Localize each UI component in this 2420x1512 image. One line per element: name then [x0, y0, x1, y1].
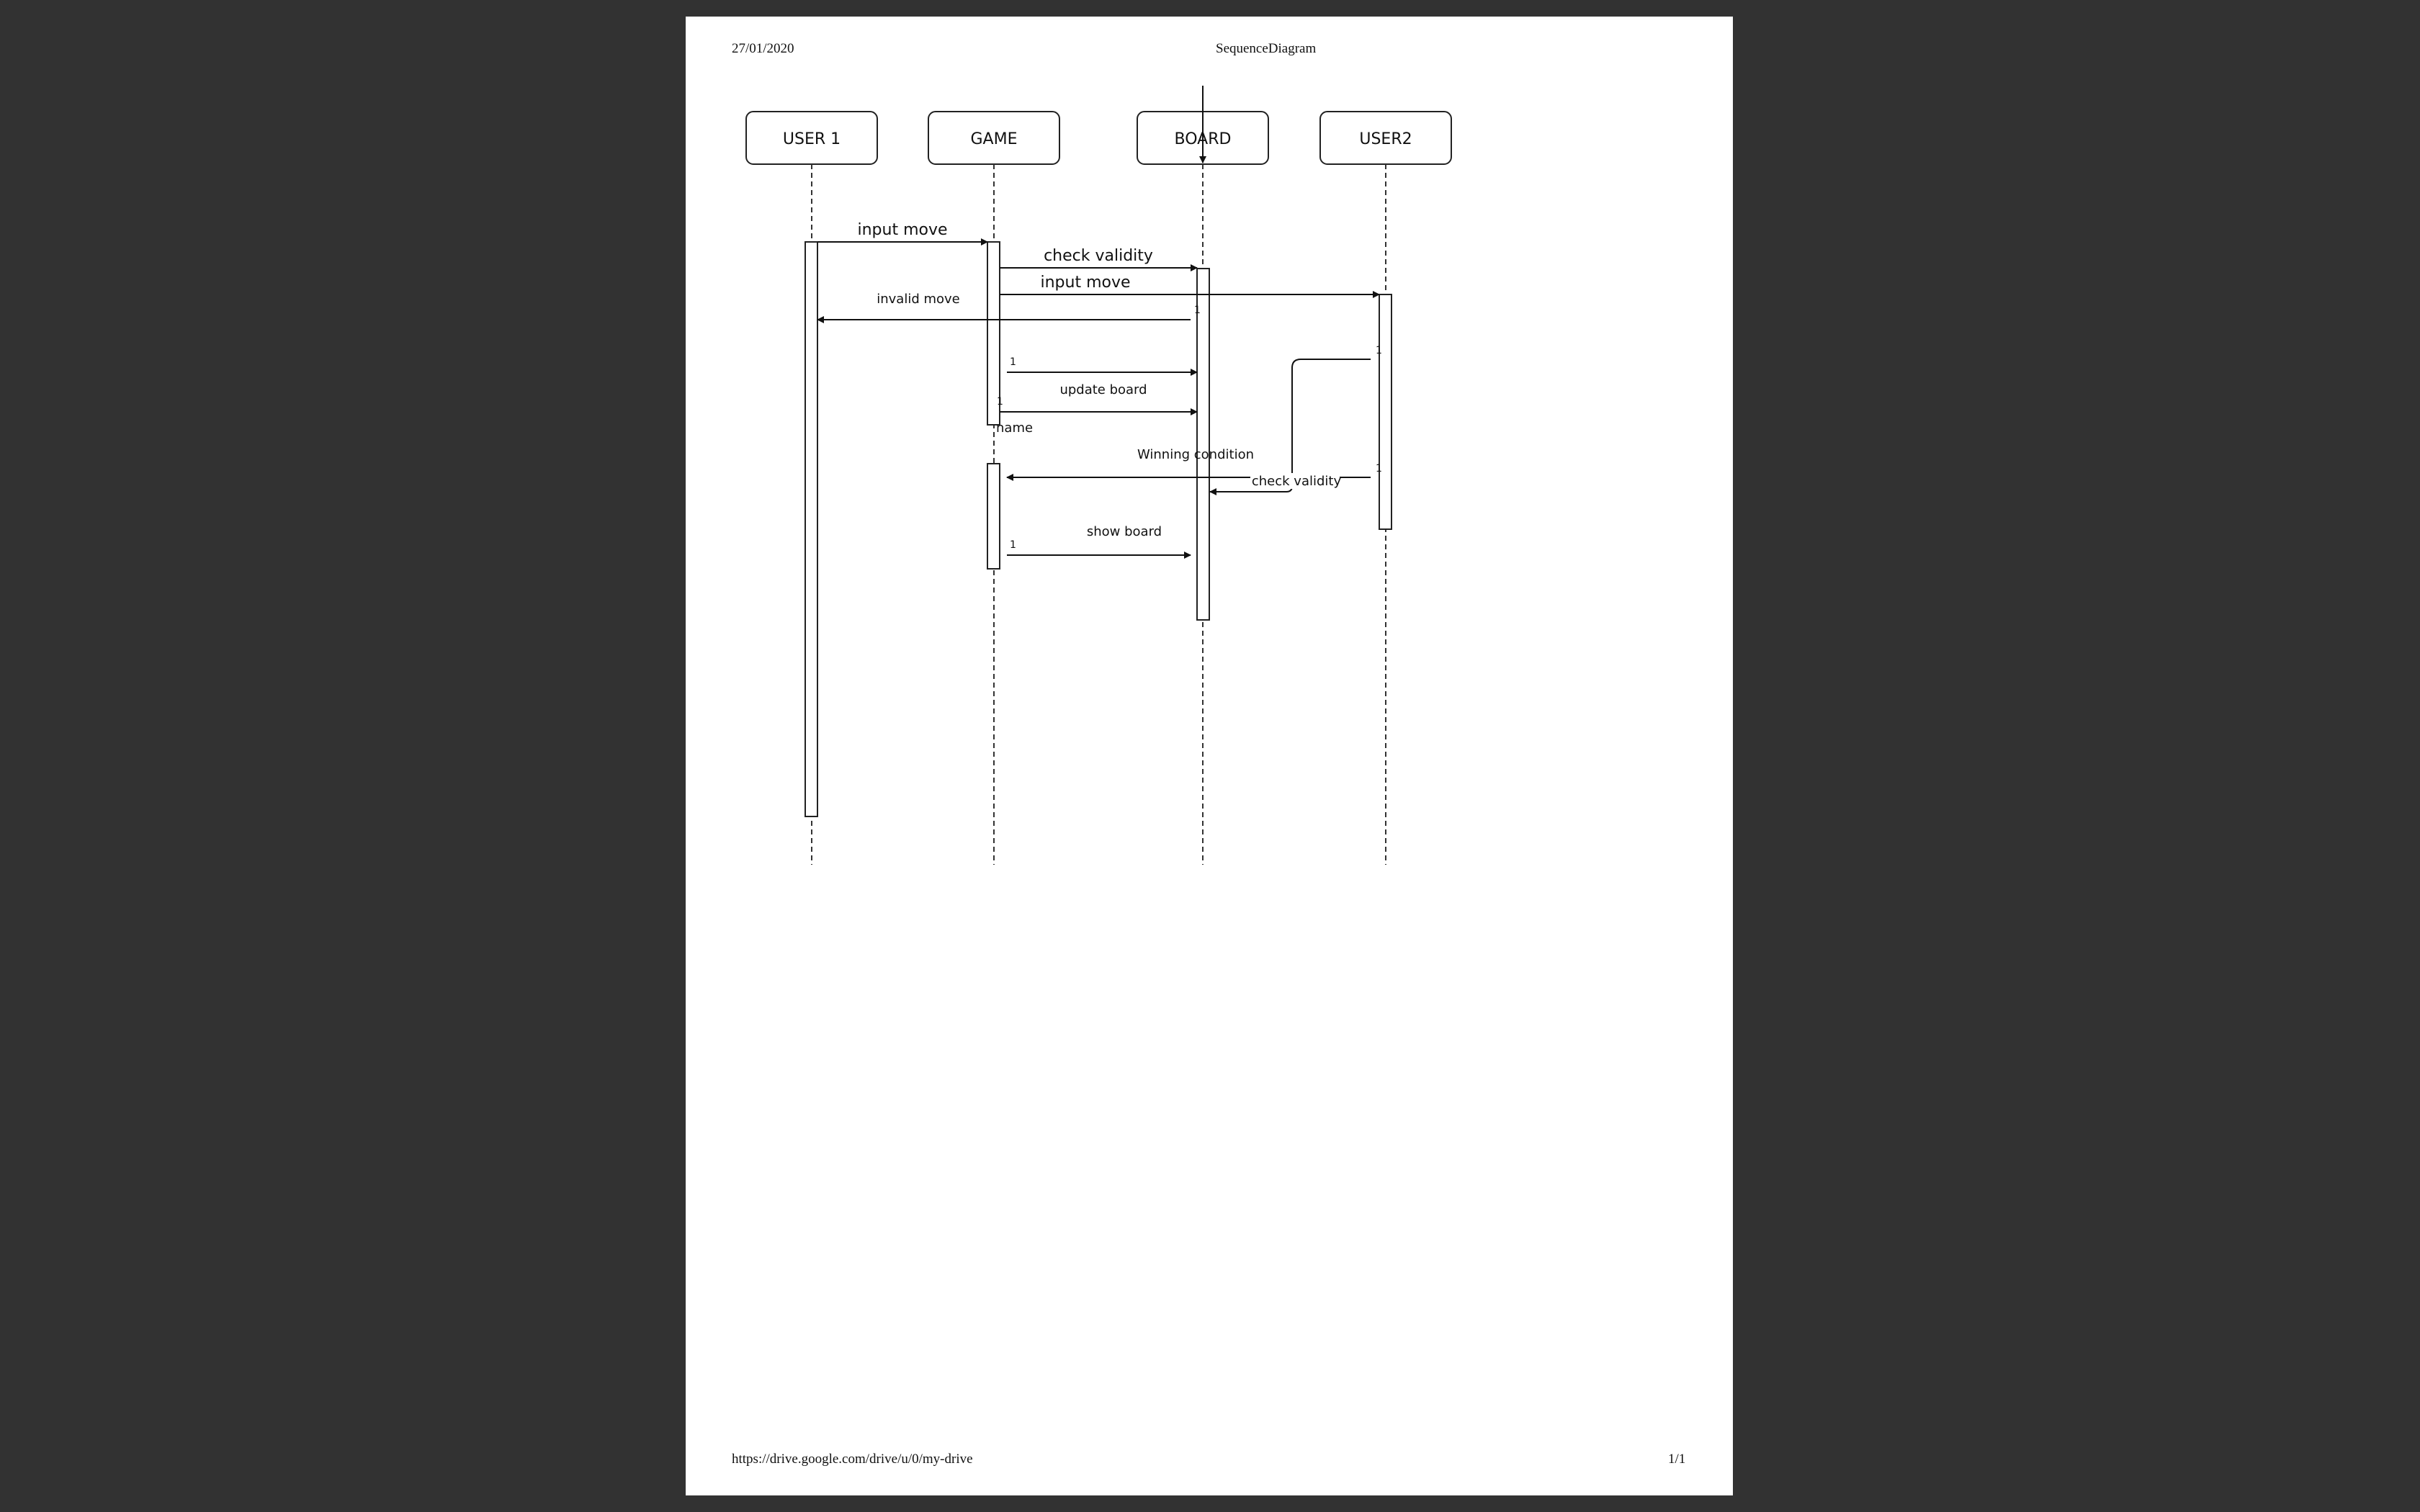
activation-board: [1196, 268, 1210, 621]
msg-label-input-move-2: input move: [1040, 274, 1130, 292]
msg-label-check-validity-2: check validity: [1252, 474, 1342, 489]
msg-mult-show-board: 1: [1010, 539, 1016, 551]
lifeline-title-board: BOARD: [1175, 130, 1232, 148]
activation-user2: [1379, 294, 1392, 530]
msg-mult-check-validity-2: 1: [1376, 345, 1382, 356]
activation-game-2: [987, 463, 1000, 570]
annotation-name: name: [996, 420, 1033, 436]
footer-url: https://drive.google.com/drive/u/0/my-dr…: [732, 1452, 973, 1467]
msg-label-input-move-1: input move: [857, 221, 947, 239]
footer-page-number: 1/1: [1668, 1452, 1686, 1467]
lifeline-title-user2: USER2: [1359, 130, 1412, 148]
lifeline-title-user1: USER 1: [783, 130, 841, 148]
msg-label-show-board: show board: [1087, 524, 1162, 539]
msg-mult-to-board: 1: [1010, 356, 1016, 368]
msg-label-update-board: update board: [1059, 382, 1147, 397]
msg-label-check-validity-1: check validity: [1044, 247, 1153, 265]
activation-user1: [805, 241, 818, 817]
msg-mult-invalid-move: 1: [1194, 305, 1201, 316]
msg-mult-winning-condition: 1: [1376, 463, 1382, 474]
lifeline-title-game: GAME: [971, 130, 1018, 148]
check-validity-route: [1255, 359, 1371, 492]
msg-label-invalid-move: invalid move: [877, 292, 960, 307]
pdf-page: 27/01/2020 SequenceDiagram https://drive…: [686, 17, 1733, 1495]
msg-label-winning-condition: Winning condition: [1137, 447, 1254, 462]
sequence-diagram: input move check validity input move inv…: [745, 86, 1452, 865]
msg-mult-update-board: 1: [997, 396, 1003, 408]
